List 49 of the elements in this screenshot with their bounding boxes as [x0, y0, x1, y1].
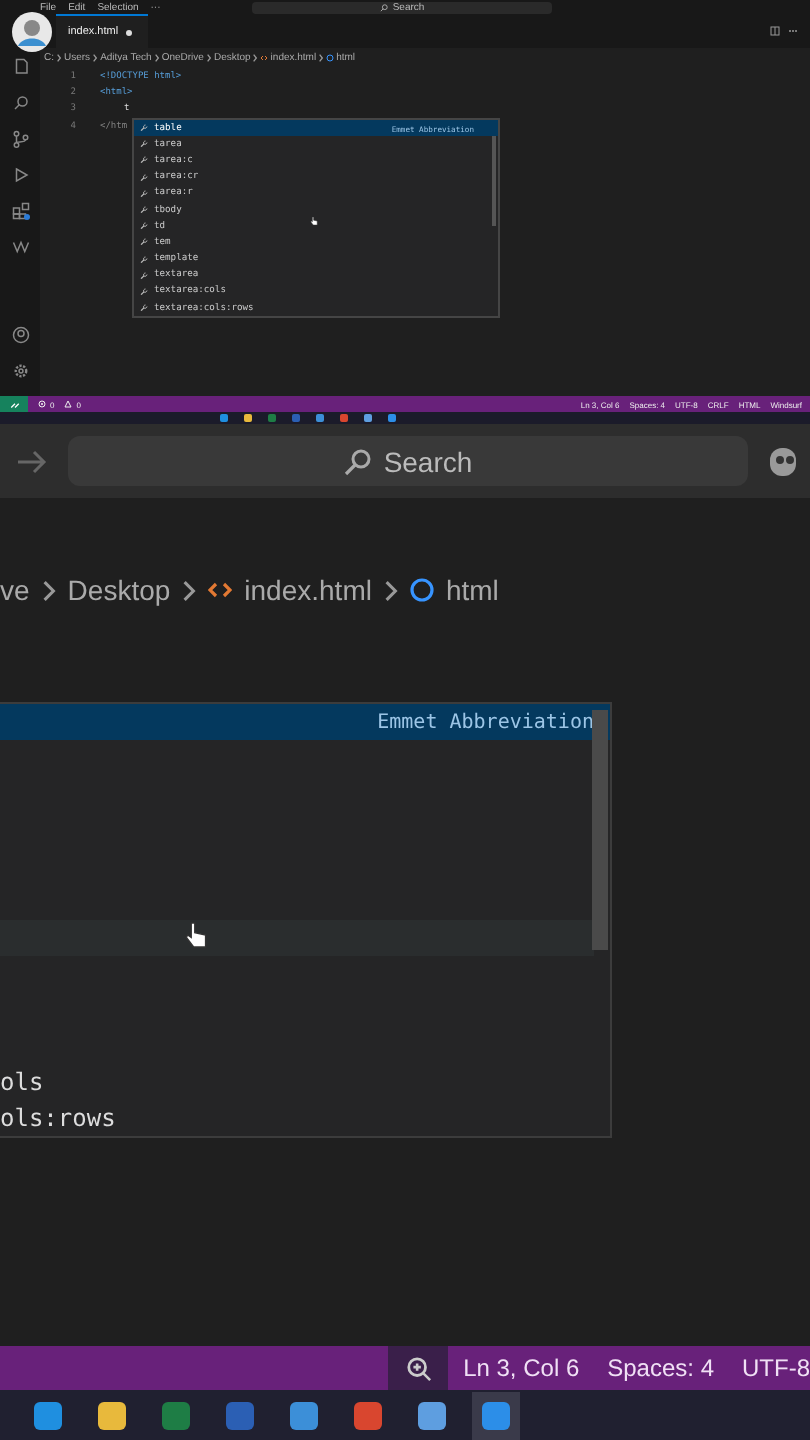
suggestion-item[interactable]: ols:rows	[0, 1100, 610, 1136]
chevron-icon	[205, 54, 212, 62]
search-field[interactable]: Search	[68, 436, 748, 486]
chevron-icon	[56, 54, 62, 62]
breadcrumb-item[interactable]: Desktop	[67, 574, 171, 606]
status-item[interactable]: Ln 3, Col 6	[463, 1354, 580, 1382]
source-control-icon[interactable]	[11, 130, 29, 148]
remote-button[interactable]	[0, 396, 28, 412]
scrollbar-thumb[interactable]	[592, 710, 608, 950]
app-icon[interactable]	[244, 414, 252, 422]
element-icon	[409, 578, 434, 602]
run-debug-icon[interactable]	[11, 166, 29, 184]
account-icon[interactable]	[11, 326, 29, 344]
error-icon	[38, 400, 46, 408]
files-icon[interactable]	[11, 58, 29, 76]
extensions-icon[interactable]	[11, 202, 29, 220]
search-icon	[343, 447, 372, 475]
suggestion-item[interactable]: ols	[0, 1064, 610, 1100]
wave-icon[interactable]	[11, 238, 29, 256]
chevron-icon	[92, 54, 99, 62]
hand-cursor-icon	[310, 216, 318, 226]
settings-icon[interactable]	[11, 362, 29, 380]
chevron-icon	[383, 579, 398, 601]
hand-cursor-icon	[184, 920, 208, 950]
app-icon[interactable]	[472, 1391, 520, 1439]
split-editor-icon[interactable]	[770, 26, 780, 36]
chevron-icon	[252, 54, 259, 62]
breadcrumb-item[interactable]: index.html	[244, 574, 372, 606]
scrollbar-thumb[interactable]	[492, 136, 496, 226]
status-item[interactable]: UTF-8	[742, 1354, 810, 1382]
chevron-icon	[41, 579, 56, 601]
chevron-icon	[318, 54, 325, 62]
warning-icon	[64, 400, 73, 408]
search-icon[interactable]	[11, 94, 29, 112]
chevron-icon	[153, 54, 160, 62]
code-file-icon	[208, 578, 233, 602]
element-icon	[326, 54, 335, 62]
avatar	[12, 12, 52, 52]
suggestion-item[interactable]: Emmet Abbreviation	[0, 704, 610, 740]
breadcrumb-item[interactable]: html	[445, 574, 499, 606]
remote-icon	[9, 399, 19, 409]
breadcrumb-item[interactable]: ve	[0, 574, 30, 606]
status-item[interactable]: Spaces: 4	[607, 1354, 714, 1382]
zoom-in-icon	[405, 1355, 431, 1381]
chevron-icon	[182, 579, 197, 601]
code-file-icon	[260, 54, 269, 62]
zoom-button[interactable]	[388, 1346, 448, 1390]
forward-arrow-icon[interactable]	[16, 449, 48, 473]
search-icon	[380, 4, 389, 12]
